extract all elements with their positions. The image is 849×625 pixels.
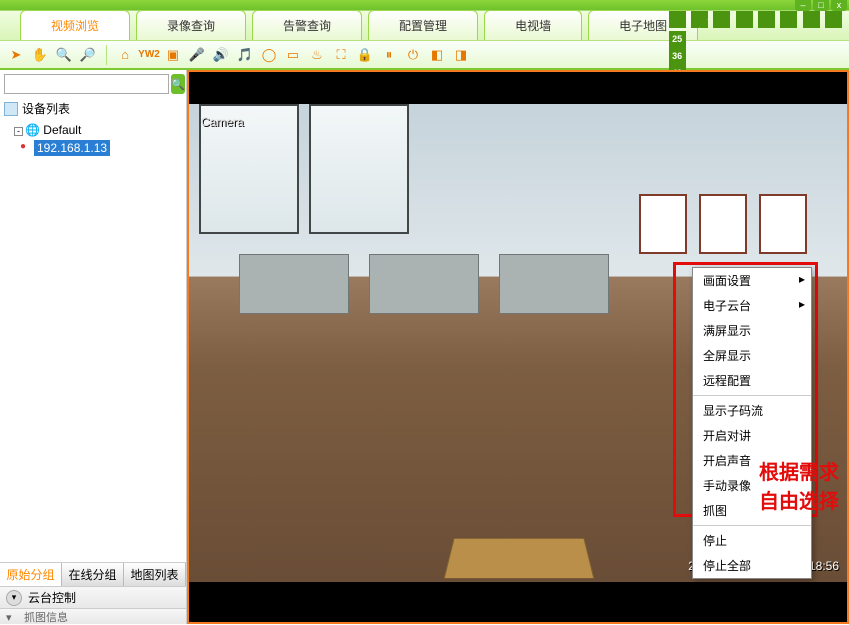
ptz-panel: ▾ 云台控制 (0, 586, 186, 608)
cm-substream[interactable]: 显示子码流 (693, 398, 811, 423)
cm-separator (693, 525, 811, 526)
snapshot-panel: ▾ 抓图信息 (0, 608, 186, 624)
cm-fit-screen[interactable]: 满屏显示 (693, 318, 811, 343)
context-menu: 画面设置 电子云台 满屏显示 全屏显示 远程配置 显示子码流 开启对讲 开启声音… (692, 267, 812, 579)
tab-tv-wall[interactable]: 电视墙 (484, 10, 582, 40)
device-list-header: 设备列表 (0, 98, 186, 119)
cm-start-talk[interactable]: 开启对讲 (693, 423, 811, 448)
zoom-out-icon[interactable]: 🔎 (78, 45, 98, 65)
house-icon[interactable]: ⌂ (115, 45, 135, 65)
expand-icon[interactable]: ⛶ (331, 45, 351, 65)
layout-9[interactable] (758, 11, 775, 28)
hand-icon[interactable]: ✋ (30, 45, 50, 65)
layout-20[interactable] (825, 11, 842, 28)
tree-node-camera[interactable]: 192.168.1.13 (4, 139, 182, 157)
tree-root[interactable]: -🌐 Default (4, 121, 182, 139)
layout-8[interactable] (736, 11, 753, 28)
pointer-icon[interactable]: ➤ (6, 45, 26, 65)
camera-label: Camera (201, 115, 244, 129)
cm-eptz[interactable]: 电子云台 (693, 293, 811, 318)
power-icon[interactable]: ⏻ (403, 45, 423, 65)
maximize-button[interactable]: □ (813, 0, 829, 11)
fire-icon[interactable]: ♨ (307, 45, 327, 65)
photo-icon[interactable]: ▣ (163, 45, 183, 65)
toolbar: ➤ ✋ 🔍 🔎 ⌂ YW2 ▣ 🎤 🔊 🎵 ◯ ▭ ♨ ⛶ 🔒 ⏸ ⏻ ◧ ◨ … (0, 40, 849, 70)
snapshot-label: 抓图信息 (24, 609, 68, 625)
search-button[interactable]: 🔍 (171, 74, 185, 94)
cm-separator (693, 395, 811, 396)
minimize-button[interactable]: ‒ (795, 0, 811, 11)
search-input[interactable] (4, 74, 169, 94)
layout-16[interactable] (803, 11, 820, 28)
layout-36[interactable]: 36 (669, 48, 686, 65)
cm-full-screen[interactable]: 全屏显示 (693, 343, 811, 368)
device-tree[interactable]: -🌐 Default 192.168.1.13 (0, 119, 186, 562)
layout-13[interactable] (780, 11, 797, 28)
speaker-icon[interactable]: 🔊 (211, 45, 231, 65)
note-icon[interactable]: 🎵 (235, 45, 255, 65)
cm-remote-config[interactable]: 远程配置 (693, 368, 811, 393)
cm-manual-record[interactable]: 手动录像 (693, 473, 811, 498)
cm-snapshot[interactable]: 抓图 (693, 498, 811, 523)
layout-25[interactable]: 25 (669, 31, 686, 48)
zoom-in-icon[interactable]: 🔍 (54, 45, 74, 65)
group-tab-original[interactable]: 原始分组 (0, 563, 62, 586)
sidebar: 🔍 设备列表 -🌐 Default 192.168.1.13 原始分组 在线分组… (0, 70, 187, 624)
cm-stop-all[interactable]: 停止全部 (693, 553, 811, 578)
cube2-icon[interactable]: ◨ (451, 45, 471, 65)
frame-icon[interactable]: ▭ (283, 45, 303, 65)
layout-4[interactable] (691, 11, 708, 28)
layout-6[interactable] (713, 11, 730, 28)
cm-stop[interactable]: 停止 (693, 528, 811, 553)
group-tab-maplist[interactable]: 地图列表 (124, 563, 186, 586)
tab-config-mgmt[interactable]: 配置管理 (368, 10, 478, 40)
group-tabs: 原始分组 在线分组 地图列表 (0, 562, 186, 586)
lens-icon[interactable]: ◯ (259, 45, 279, 65)
ptz-toggle-icon[interactable]: ▾ (6, 590, 22, 606)
video-viewport[interactable]: Camera 2018-01-01 星期一 00:18:56 画面设置 电子云台… (187, 70, 849, 624)
pause-icon[interactable]: ⏸ (379, 45, 399, 65)
close-button[interactable]: x (831, 0, 847, 11)
cube-icon[interactable]: ◧ (427, 45, 447, 65)
cm-start-audio[interactable]: 开启声音 (693, 448, 811, 473)
title-bar: ‒ □ x (0, 0, 849, 10)
device-list-icon (4, 102, 18, 116)
mic-icon[interactable]: 🎤 (187, 45, 207, 65)
tab-alarm-query[interactable]: 告警查询 (252, 10, 362, 40)
layout-1[interactable] (669, 11, 686, 28)
tab-video-preview[interactable]: 视频浏览 (20, 10, 130, 40)
ptz-label: 云台控制 (28, 589, 76, 606)
cm-display-settings[interactable]: 画面设置 (693, 268, 811, 293)
snapshot-toggle-icon[interactable]: ▾ (6, 611, 18, 623)
lock-icon[interactable]: 🔒 (355, 45, 375, 65)
separator (106, 45, 107, 65)
yw2-icon[interactable]: YW2 (139, 45, 159, 65)
tab-playback-query[interactable]: 录像查询 (136, 10, 246, 40)
group-tab-online[interactable]: 在线分组 (62, 563, 124, 586)
device-list-label: 设备列表 (22, 100, 70, 117)
